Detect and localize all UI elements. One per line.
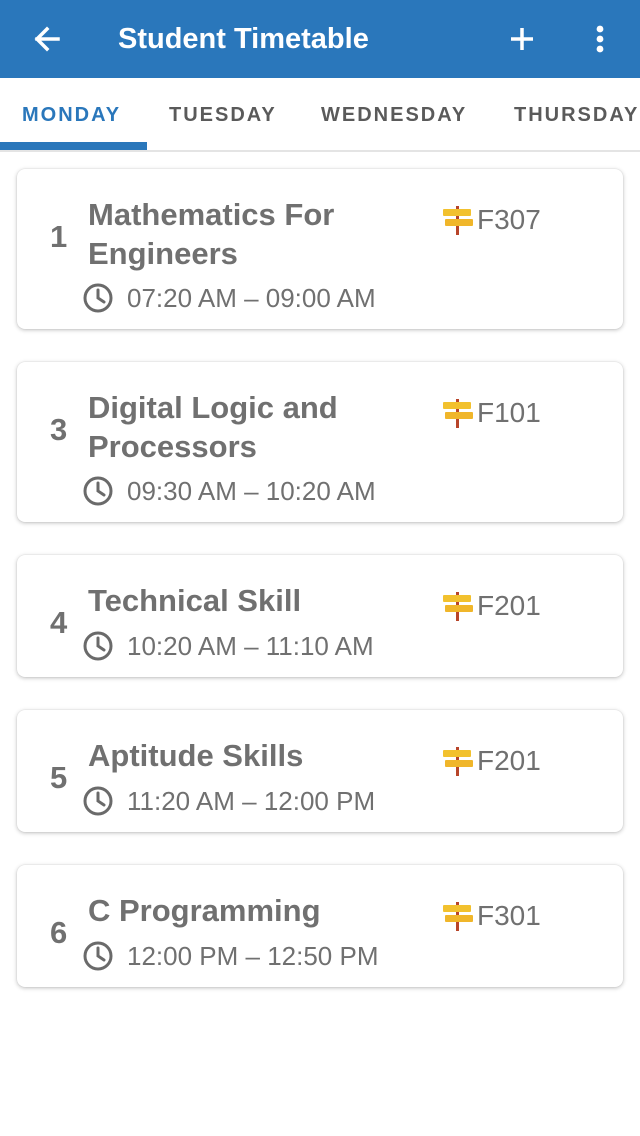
period-number: 1 (50, 219, 68, 254)
time-row: 10:20 AM – 11:10 AM (82, 630, 374, 662)
active-tab-indicator (0, 142, 147, 150)
room-info: F307 (441, 203, 541, 237)
clock-icon (83, 941, 113, 971)
period-number: 6 (50, 915, 68, 950)
clock-icon (83, 786, 113, 816)
subject-name: Technical Skill (88, 583, 302, 618)
time-row: 09:30 AM – 10:20 AM (82, 475, 376, 507)
app-bar: Student Timetable (0, 0, 640, 78)
tab-monday[interactable]: MONDAY (22, 78, 121, 150)
period-number: 3 (50, 412, 68, 447)
more-options-button[interactable] (580, 19, 620, 59)
room-number: F301 (477, 900, 541, 931)
add-button[interactable] (502, 19, 542, 59)
room-info: F301 (441, 899, 541, 933)
time-row: 12:00 PM – 12:50 PM (82, 940, 378, 972)
time-range: 10:20 AM – 11:10 AM (127, 630, 374, 661)
period-number: 4 (50, 605, 68, 640)
timetable-card[interactable]: 3 Digital Logic and Processors 09:30 AM … (17, 362, 623, 522)
room-info: F201 (441, 744, 541, 778)
tab-thursday[interactable]: THURSDAY (514, 78, 639, 150)
time-row: 07:20 AM – 09:00 AM (82, 282, 376, 314)
plus-icon (511, 28, 533, 50)
day-tabs: MONDAY TUESDAY WEDNESDAY THURSDAY (0, 78, 640, 152)
room-info: F201 (441, 589, 541, 623)
subject-name: Mathematics For Engineers (88, 197, 335, 271)
subject-name: Digital Logic and Processors (88, 390, 338, 464)
clock-icon (83, 631, 113, 661)
timetable-card[interactable]: 4 Technical Skill 10:20 AM – 11:10 AM F2… (17, 555, 623, 677)
more-vert-icon (596, 25, 604, 53)
signpost-icon (443, 902, 473, 931)
period-number: 5 (50, 760, 68, 795)
subject-name: Aptitude Skills (88, 738, 304, 773)
time-row: 11:20 AM – 12:00 PM (82, 785, 375, 817)
clock-icon (83, 283, 113, 313)
time-range: 11:20 AM – 12:00 PM (127, 785, 376, 816)
timetable-card[interactable]: 6 C Programming 12:00 PM – 12:50 PM F301 (17, 865, 623, 987)
tab-tuesday[interactable]: TUESDAY (169, 78, 277, 150)
signpost-icon (443, 206, 473, 235)
page-title: Student Timetable (118, 23, 369, 55)
signpost-icon (443, 399, 473, 428)
room-number: F201 (477, 745, 541, 776)
timetable-card[interactable]: 1 Mathematics For Engineers 07:20 AM – 0… (17, 169, 623, 329)
subject-name: C Programming (88, 893, 321, 928)
time-range: 12:00 PM – 12:50 PM (127, 940, 379, 971)
room-info: F101 (441, 396, 541, 430)
room-number: F201 (477, 590, 541, 621)
room-number: F101 (477, 397, 541, 428)
clock-icon (83, 476, 113, 506)
tab-wednesday[interactable]: WEDNESDAY (321, 78, 467, 150)
timetable-card[interactable]: 5 Aptitude Skills 11:20 AM – 12:00 PM F2… (17, 710, 623, 832)
room-number: F307 (477, 204, 541, 235)
back-button[interactable] (28, 19, 68, 59)
time-range: 07:20 AM – 09:00 AM (127, 282, 376, 313)
signpost-icon (443, 747, 473, 776)
arrow-back-icon (34, 26, 60, 52)
signpost-icon (443, 592, 473, 621)
time-range: 09:30 AM – 10:20 AM (127, 475, 376, 506)
